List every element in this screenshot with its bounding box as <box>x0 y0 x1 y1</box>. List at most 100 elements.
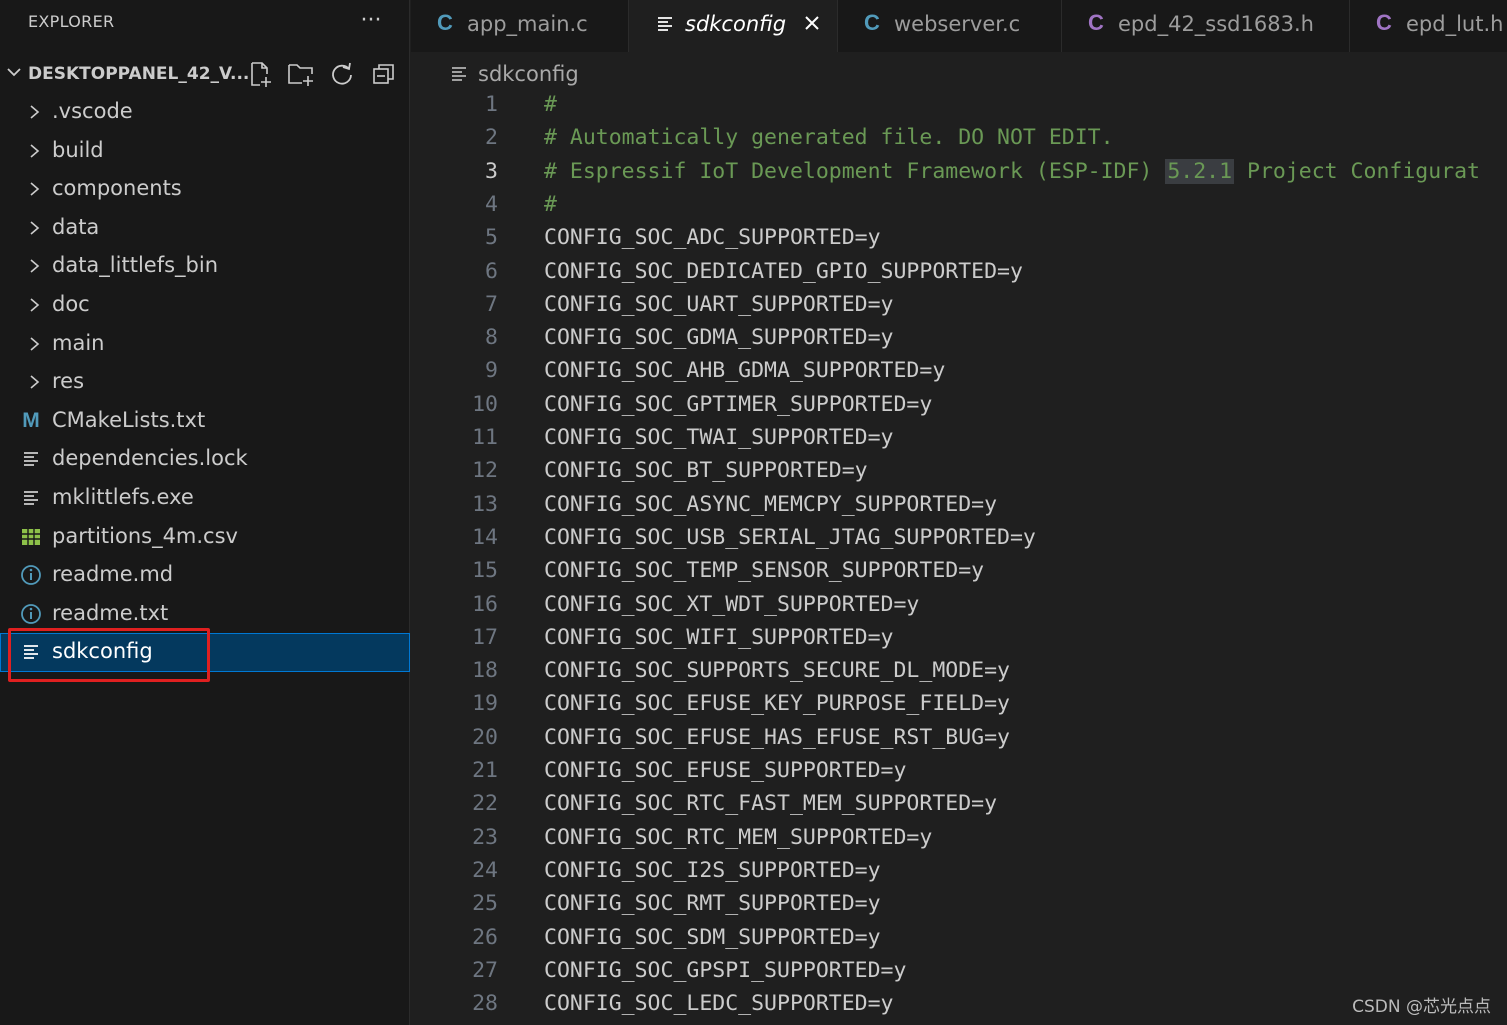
tree-file-cmakelists[interactable]: M CMakeLists.txt <box>0 402 410 441</box>
line-number: 18 <box>472 658 498 684</box>
info-icon <box>20 564 42 586</box>
tree-folder-vscode[interactable]: .vscode <box>0 93 410 132</box>
code-line: 4 # <box>411 192 1507 225</box>
tree-file-mklittlefs-exe[interactable]: mklittlefs.exe <box>0 479 410 518</box>
tree-folder-components[interactable]: components <box>0 170 410 209</box>
code-line: 2 # Automatically generated file. DO NOT … <box>411 125 1507 158</box>
tree-folder-main[interactable]: main <box>0 325 410 364</box>
line-number: 12 <box>472 458 498 484</box>
cmake-icon: M <box>22 408 40 432</box>
tree-item-label: partitions_4m.csv <box>52 523 238 548</box>
workspace-name: DESKTOPPANEL_42_V... <box>28 64 250 84</box>
line-number: 27 <box>472 957 498 983</box>
tree-item-label: dependencies.lock <box>52 446 248 471</box>
code-line: 1 # <box>411 92 1507 125</box>
code-line: 10 CONFIG_SOC_GPTIMER_SUPPORTED=y <box>411 392 1507 425</box>
line-text: CONFIG_SOC_EFUSE_HAS_EFUSE_RST_BUG=y <box>544 724 1010 750</box>
tree-folder-data[interactable]: data <box>0 209 410 248</box>
text-file-icon <box>657 16 673 36</box>
line-number: 15 <box>472 558 498 584</box>
line-text: # Espressif IoT Development Framework (E… <box>544 158 1480 184</box>
code-line: 25 CONFIG_SOC_RMT_SUPPORTED=y <box>411 891 1507 924</box>
line-number: 23 <box>472 824 498 850</box>
explorer-header: EXPLORER ··· <box>0 0 410 47</box>
breadcrumb: sdkconfig <box>411 52 1507 94</box>
text-file-icon <box>451 66 467 86</box>
c-header-icon: C <box>1376 10 1392 35</box>
comment-text: # Espressif IoT Development Framework (E… <box>544 158 1166 184</box>
vscode-window: EXPLORER ··· DESKTOPPANEL_42_V... .vscod… <box>0 0 1507 1025</box>
tree-folder-build[interactable]: build <box>0 132 410 171</box>
line-number: 7 <box>485 291 498 317</box>
tab-epd-lut-h[interactable]: C epd_lut.h <box>1350 0 1507 52</box>
code-line: 8 CONFIG_SOC_GDMA_SUPPORTED=y <box>411 325 1507 358</box>
code-line: 22 CONFIG_SOC_RTC_FAST_MEM_SUPPORTED=y <box>411 791 1507 824</box>
line-number: 3 <box>485 158 498 184</box>
tree-item-label: readme.txt <box>52 600 169 625</box>
tree-item-label: readme.md <box>52 562 174 587</box>
tree-folder-res[interactable]: res <box>0 363 410 402</box>
refresh-icon[interactable] <box>326 58 358 90</box>
tab-epd-42-ssd1683-h[interactable]: C epd_42_ssd1683.h <box>1062 0 1350 52</box>
workspace-header[interactable]: DESKTOPPANEL_42_V... <box>0 56 410 92</box>
chevron-right-icon <box>26 256 44 276</box>
csv-file-icon <box>20 526 42 548</box>
line-number: 25 <box>472 891 498 917</box>
line-number: 5 <box>485 225 498 251</box>
line-number: 2 <box>485 125 498 151</box>
tab-webserver-c[interactable]: C webserver.c <box>838 0 1062 52</box>
code-line: 9 CONFIG_SOC_AHB_GDMA_SUPPORTED=y <box>411 358 1507 391</box>
code-line: 26 CONFIG_SOC_SDM_SUPPORTED=y <box>411 925 1507 958</box>
line-text: CONFIG_SOC_ADC_SUPPORTED=y <box>544 225 881 251</box>
code-line: 24 CONFIG_SOC_I2S_SUPPORTED=y <box>411 858 1507 891</box>
code-line: 23 CONFIG_SOC_RTC_MEM_SUPPORTED=y <box>411 825 1507 858</box>
line-number: 14 <box>472 524 498 550</box>
collapse-all-icon[interactable] <box>368 58 400 90</box>
version-highlight: 5.2.1 <box>1165 158 1235 184</box>
code-line: 16 CONFIG_SOC_XT_WDT_SUPPORTED=y <box>411 592 1507 625</box>
line-text: CONFIG_SOC_USB_SERIAL_JTAG_SUPPORTED=y <box>544 524 1036 550</box>
tree-folder-data-littlefs-bin[interactable]: data_littlefs_bin <box>0 247 410 286</box>
new-folder-icon[interactable] <box>285 58 317 90</box>
tab-sdkconfig[interactable]: sdkconfig <box>629 0 838 52</box>
line-number: 24 <box>472 857 498 883</box>
tree-item-label: res <box>52 369 85 394</box>
tree-item-label: mklittlefs.exe <box>52 484 194 509</box>
line-number: 17 <box>472 624 498 650</box>
line-number: 26 <box>472 924 498 950</box>
line-text: CONFIG_SOC_LEDC_SUPPORTED=y <box>544 991 894 1017</box>
code-line: 19 CONFIG_SOC_EFUSE_KEY_PURPOSE_FIELD=y <box>411 691 1507 724</box>
text-file-icon <box>20 487 42 509</box>
code-line: 28 CONFIG_SOC_LEDC_SUPPORTED=y <box>411 991 1507 1024</box>
tab-app-main-c[interactable]: C app_main.c <box>411 0 629 52</box>
tree-file-partitions-csv[interactable]: partitions_4m.csv <box>0 518 410 557</box>
tree-item-label: doc <box>52 291 90 316</box>
breadcrumb-item[interactable]: sdkconfig <box>478 62 579 86</box>
code-line: 11 CONFIG_SOC_TWAI_SUPPORTED=y <box>411 425 1507 458</box>
line-text: CONFIG_SOC_RTC_FAST_MEM_SUPPORTED=y <box>544 791 998 817</box>
tree-file-dependencies-lock[interactable]: dependencies.lock <box>0 440 410 479</box>
tree-folder-doc[interactable]: doc <box>0 286 410 325</box>
new-file-icon[interactable] <box>244 58 276 90</box>
line-number: 19 <box>472 691 498 717</box>
tab-label: epd_42_ssd1683.h <box>1118 12 1314 36</box>
code-line: 20 CONFIG_SOC_EFUSE_HAS_EFUSE_RST_BUG=y <box>411 725 1507 758</box>
line-text: CONFIG_SOC_WIFI_SUPPORTED=y <box>544 624 894 650</box>
chevron-down-icon <box>4 62 24 82</box>
tree-file-readme-md[interactable]: readme.md <box>0 556 410 595</box>
close-icon[interactable] <box>801 12 823 34</box>
chevron-right-icon <box>26 334 44 354</box>
line-text: # Automatically generated file. DO NOT E… <box>544 125 1114 151</box>
c-file-icon: C <box>437 10 453 35</box>
code-editor[interactable]: 1 #2 # Automatically generated file. DO NO… <box>411 92 1507 1025</box>
line-number: 16 <box>472 591 498 617</box>
code-line: 27 CONFIG_SOC_GPSPI_SUPPORTED=y <box>411 958 1507 991</box>
file-tree: .vscode build components data data_littl… <box>0 93 410 672</box>
code-line: 6 CONFIG_SOC_DEDICATED_GPIO_SUPPORTED=y <box>411 259 1507 292</box>
more-actions-icon[interactable]: ··· <box>356 8 386 38</box>
info-icon <box>20 603 42 625</box>
tab-label: epd_lut.h <box>1406 12 1504 36</box>
code-line: 12 CONFIG_SOC_BT_SUPPORTED=y <box>411 458 1507 491</box>
code-line: 17 CONFIG_SOC_WIFI_SUPPORTED=y <box>411 625 1507 658</box>
line-text: CONFIG_SOC_DEDICATED_GPIO_SUPPORTED=y <box>544 258 1023 284</box>
